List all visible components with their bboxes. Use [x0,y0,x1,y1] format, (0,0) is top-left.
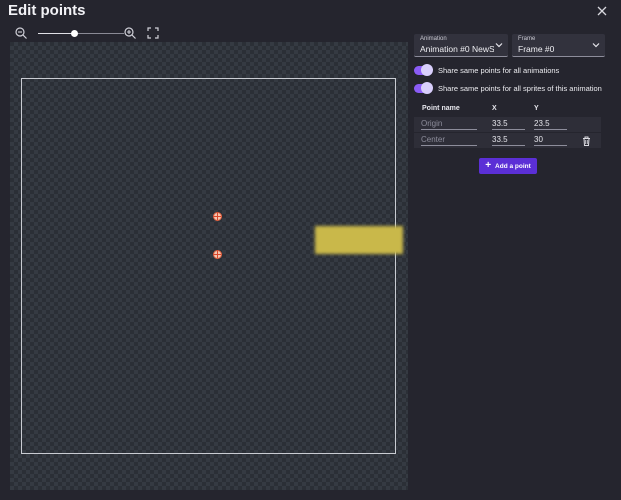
column-header-name: Point name [422,105,460,112]
column-header-x: X [492,105,497,112]
toggle-label: Share same points for all sprites of thi… [438,83,602,93]
add-point-button[interactable]: + Add a point [479,158,537,174]
zoom-out-icon[interactable] [14,26,28,40]
frame-select-label: Frame [518,36,536,42]
point-y-input[interactable]: 30 [534,135,567,146]
trash-icon[interactable] [582,136,591,146]
frame-bounds [21,78,396,454]
points-table: Point name X Y Origin 33.5 23.5 Center 3… [414,103,601,149]
toggle-share-all-sprites: Share same points for all sprites of thi… [414,82,602,94]
table-row: Center 33.5 30 [414,133,601,149]
zoom-slider-thumb[interactable] [70,30,78,37]
frame-select-value: Frame #0 [518,44,555,54]
animation-select-value: Animation #0 NewSp [420,44,494,54]
animation-select-label: Animation [420,36,447,42]
share-all-sprites-switch[interactable] [414,82,433,94]
points-table-header: Point name X Y [414,103,601,117]
toggle-label: Share same points for all animations [438,65,560,75]
point-marker-origin[interactable] [213,212,222,221]
fit-screen-icon[interactable] [146,26,160,40]
table-row: Origin 33.5 23.5 [414,117,601,133]
plus-icon: + [485,160,492,171]
chevron-down-icon [495,43,503,48]
point-name-input[interactable]: Origin [421,119,477,130]
zoom-slider[interactable] [38,30,124,37]
point-name-input[interactable]: Center [421,135,477,146]
zoom-toolbar [14,26,164,42]
point-marker-center[interactable] [213,250,222,259]
toggle-share-all-animations: Share same points for all animations [414,64,559,76]
column-header-y: Y [534,105,539,112]
share-all-animations-switch[interactable] [414,64,433,76]
zoom-slider-fill [38,33,75,34]
dialog-title: Edit points [8,2,86,19]
close-icon [597,6,607,16]
animation-select[interactable]: Animation Animation #0 NewSp [414,34,508,57]
frame-select[interactable]: Frame Frame #0 [512,34,605,57]
zoom-in-icon[interactable] [123,26,137,40]
sprite-canvas[interactable] [10,42,408,490]
point-x-input[interactable]: 33.5 [492,119,525,130]
chevron-down-icon [592,43,600,48]
point-y-input[interactable]: 23.5 [534,119,567,130]
sprite-image [315,226,403,254]
point-x-input[interactable]: 33.5 [492,135,525,146]
add-point-label: Add a point [495,162,531,170]
close-button[interactable] [594,3,610,19]
